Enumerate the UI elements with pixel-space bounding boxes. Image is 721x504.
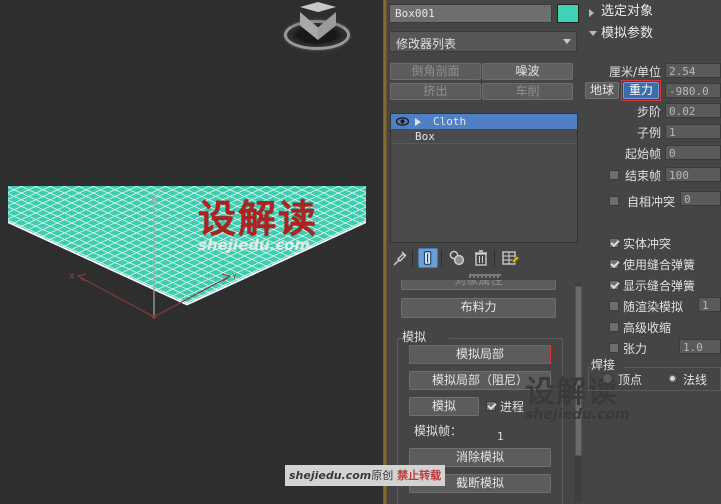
rollout-drag-handle[interactable] (387, 272, 583, 280)
modifier-button-bevel-profile[interactable]: 倒角剖面 (390, 63, 481, 80)
bottom-watermark-site: shejiedu.com (289, 469, 372, 482)
make-unique-icon[interactable] (447, 248, 467, 268)
show-end-result-icon[interactable] (418, 248, 438, 268)
modifier-stack-label: Box (415, 130, 435, 143)
view-cube-face-left[interactable] (300, 12, 318, 40)
use-sewing-springs-checkbox[interactable] (609, 259, 619, 269)
advanced-shrink-label: 高级收缩 (623, 321, 672, 335)
command-panel: Box001 修改器列表 倒角剖面 噪波挤出 车削 Cloth Box 对象属性… (387, 0, 583, 504)
show-sewing-springs-label: 显示缝合弹簧 (623, 279, 696, 293)
modifier-stack-label: Cloth (433, 115, 467, 128)
viewport-canvas[interactable]: Z Y X 设解读 shejiedu.com (0, 0, 383, 504)
sim-frame-value: 1 (497, 430, 504, 443)
chevron-down-icon (563, 39, 571, 44)
bottom-watermark-original: 原创 (371, 469, 394, 482)
modifier-list-dropdown[interactable]: 修改器列表 (389, 31, 577, 52)
perspective-viewport[interactable]: Z Y X 设解读 shejiedu.com (0, 0, 383, 504)
weld-normal-label: 法线 (683, 373, 708, 387)
rollout-sim-params[interactable]: 模拟参数 (583, 24, 721, 44)
self-collision-label: 自相冲突 (626, 195, 675, 209)
axis-tripod-gizmo[interactable] (8, 186, 366, 446)
modifier-button-noise[interactable]: 噪波 (482, 63, 573, 80)
sim-on-render-field[interactable]: 1 (698, 297, 721, 312)
object-name-input[interactable]: Box001 (389, 4, 552, 23)
sim-frame-label: 模拟帧： (414, 424, 463, 438)
end-frame-field[interactable]: 100 (665, 167, 721, 182)
scrollbar-thumb[interactable] (575, 286, 582, 456)
subsample-label: 子例 (636, 126, 661, 140)
view-cube[interactable] (282, 2, 352, 54)
tension-field[interactable]: 1.0 (679, 339, 721, 354)
show-sewing-springs-checkbox[interactable] (609, 280, 619, 290)
modifier-stack-toolbar (387, 246, 583, 270)
cm-per-unit-field[interactable]: 2.54 (665, 63, 721, 78)
cloth-forces-button[interactable]: 布料力 (401, 298, 556, 318)
object-color-swatch[interactable] (557, 4, 579, 23)
chevron-right-icon (589, 9, 594, 17)
axis-label-z: Z (156, 189, 162, 198)
axis-label-x: X (69, 272, 75, 281)
expand-triangle-icon[interactable] (415, 118, 421, 126)
bottom-watermark-noreprint: 禁止转载 (397, 469, 442, 482)
remove-modifier-icon[interactable] (471, 248, 491, 268)
rollout-sim-params-label: 模拟参数 (601, 26, 654, 41)
axis-label-y: Y (232, 272, 237, 281)
simulation-parameters-panel: 设解读 shejiedu.com 选定对象 模拟参数 厘米/单位 2.54 地球… (525, 0, 721, 504)
chevron-down-icon (589, 31, 597, 36)
view-cube-cube[interactable] (300, 2, 336, 40)
progress-checkbox-label: 进程 (500, 400, 525, 414)
modifier-button-lathe[interactable]: 车削 (482, 83, 573, 100)
rollout-selected-object[interactable]: 选定对象 (583, 2, 721, 22)
progress-checkbox[interactable] (486, 401, 496, 411)
weld-vertex-label: 顶点 (618, 373, 643, 387)
subsample-field[interactable]: 1 (665, 124, 721, 139)
start-frame-label: 起始帧 (624, 147, 661, 161)
use-sewing-springs-label: 使用缝合弹簧 (623, 258, 696, 272)
end-frame-checkbox[interactable] (609, 170, 619, 180)
modifier-stack[interactable]: Cloth Box (390, 113, 578, 243)
step-label: 步阶 (636, 105, 661, 119)
simulate-local-button[interactable]: 模拟局部 (409, 345, 551, 364)
object-name-row: Box001 (389, 4, 581, 23)
pin-stack-icon[interactable] (390, 248, 410, 268)
object-properties-button[interactable]: 对象属性 (401, 280, 556, 290)
cm-per-unit-label: 厘米/单位 (608, 65, 661, 79)
sim-on-render-checkbox[interactable] (609, 301, 619, 311)
modifier-button-extrude[interactable]: 挤出 (390, 83, 481, 100)
weld-vertex-radio[interactable] (602, 373, 613, 384)
simulate-button[interactable]: 模拟 (409, 397, 479, 416)
solid-collision-checkbox[interactable] (609, 238, 619, 248)
start-frame-field[interactable]: 0 (665, 145, 721, 160)
eye-icon[interactable] (396, 117, 409, 126)
gravity-button[interactable]: 重力 (623, 82, 659, 99)
step-field[interactable]: 0.02 (665, 103, 721, 118)
solid-collision-label: 实体冲突 (623, 237, 672, 251)
configure-modifier-sets-icon[interactable] (500, 248, 520, 268)
modifier-button-set: 倒角剖面 噪波挤出 车削 (390, 63, 578, 103)
modifier-list-label: 修改器列表 (396, 37, 457, 51)
weld-normal-radio[interactable] (667, 373, 678, 384)
cloth-plane-object[interactable]: Z Y X (8, 186, 366, 446)
tension-label: 张力 (623, 342, 648, 356)
bottom-watermark-bar: shejiedu.com原创 禁止转载 (285, 465, 446, 486)
view-cube-face-right[interactable] (318, 12, 336, 40)
modifier-stack-item-box[interactable]: Box (391, 129, 577, 144)
drag-dots-icon (469, 274, 501, 278)
tension-checkbox[interactable] (609, 343, 619, 353)
sim-on-render-label: 随渲染模拟 (623, 300, 684, 314)
3dsmax-window: Z Y X 设解读 shejiedu.com shejiedu.com原创 禁止… (0, 0, 721, 504)
modifier-stack-item-cloth[interactable]: Cloth (391, 114, 577, 129)
gravity-field[interactable]: -980.0 (665, 83, 721, 98)
self-collision-field[interactable]: 0 (680, 191, 721, 206)
rollout-selected-object-label: 选定对象 (601, 4, 654, 19)
simulate-local-damped-button[interactable]: 模拟局部（阻尼） (409, 371, 551, 390)
earth-button[interactable]: 地球 (585, 82, 619, 99)
self-collision-checkbox[interactable] (609, 196, 619, 206)
command-panel-scrollbar[interactable] (575, 282, 582, 502)
end-frame-label: 结束帧 (624, 169, 661, 183)
advanced-shrink-checkbox[interactable] (609, 322, 619, 332)
